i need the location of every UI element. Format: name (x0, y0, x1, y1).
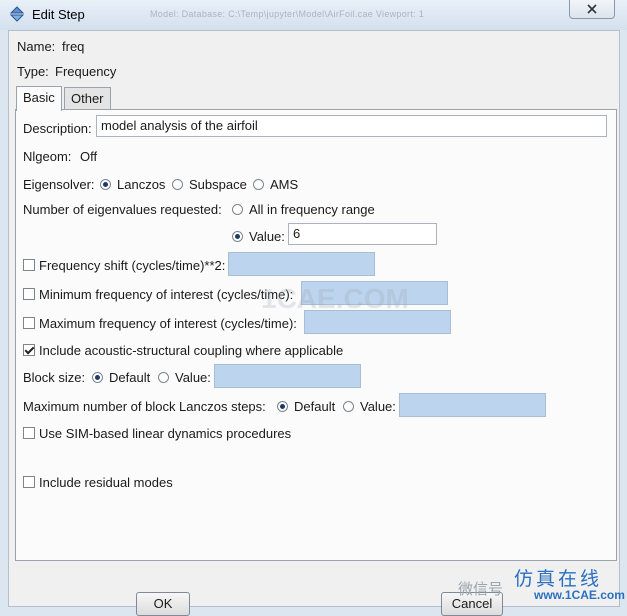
residual-modes-checkbox[interactable] (23, 476, 35, 488)
close-icon (587, 2, 597, 17)
title-bar: Edit Step Model: Database: C:\Temp\jupyt… (0, 0, 627, 30)
num-eigen-value-input[interactable]: 6 (288, 223, 437, 245)
name-label: Name: (17, 39, 56, 54)
max-freq-checkbox[interactable] (23, 317, 35, 329)
freq-shift-input[interactable] (228, 252, 375, 276)
max-freq-label: Maximum frequency of interest (cycles/ti… (39, 316, 297, 331)
block-size-default-label: Default (109, 370, 151, 385)
tab-basic[interactable]: Basic (16, 86, 62, 111)
block-size-value-radio[interactable] (158, 372, 169, 383)
freq-shift-checkbox[interactable] (23, 259, 35, 271)
min-freq-checkbox[interactable] (23, 288, 35, 300)
lanczos-steps-value-label: Value: (360, 399, 396, 414)
freq-shift-label: Frequency shift (cycles/time)**2: (39, 258, 226, 273)
acoustic-coupling-checkbox[interactable] (23, 344, 35, 356)
eigensolver-lanczos-label: Lanczos (117, 177, 166, 192)
min-freq-label: Minimum frequency of interest (cycles/ti… (39, 287, 294, 302)
site-logo: 微信号 仿真在线 www.1CAE.com (458, 566, 625, 602)
lanczos-steps-value-radio[interactable] (343, 401, 354, 412)
num-eigen-value-radio[interactable] (232, 231, 243, 242)
nlgeom-value: Off (80, 149, 98, 164)
lanczos-steps-default-radio[interactable] (277, 401, 288, 412)
block-size-input[interactable] (214, 364, 361, 388)
type-value: Frequency (55, 64, 117, 79)
dialog-body: Name: freq Type: Frequency Basic Other D… (8, 30, 620, 616)
description-label: Description: (23, 121, 92, 136)
eigensolver-subspace-radio[interactable] (172, 179, 183, 190)
window-title: Edit Step (32, 7, 85, 22)
eigensolver-lanczos-radio[interactable] (100, 179, 111, 190)
background-window-title: Model: Database: C:\Temp\jupyter\Model\A… (150, 9, 425, 19)
block-size-value-label: Value: (175, 370, 211, 385)
block-size-default-radio[interactable] (92, 372, 103, 383)
name-value: freq (62, 39, 85, 54)
tab-panel-basic (15, 109, 617, 561)
edit-step-icon (9, 6, 25, 25)
logo-chinese-text: 仿真在线 (514, 568, 603, 590)
nlgeom-label: Nlgeom: (23, 149, 72, 164)
num-eigen-value-label: Value: (249, 229, 285, 244)
num-eigenvalues-label: Number of eigenvalues requested: (23, 202, 222, 217)
wechat-label: 微信号 (458, 581, 504, 598)
residual-modes-label: Include residual modes (39, 475, 173, 490)
lanczos-steps-input[interactable] (399, 393, 546, 417)
close-button[interactable] (569, 0, 615, 19)
ok-button[interactable]: OK (136, 592, 190, 616)
eigensolver-ams-radio[interactable] (253, 179, 264, 190)
type-label: Type: (17, 64, 49, 79)
sim-based-checkbox[interactable] (23, 427, 35, 439)
eigensolver-label: Eigensolver: (23, 177, 95, 192)
sim-based-label: Use SIM-based linear dynamics procedures (39, 426, 292, 441)
logo-url-text: www.1CAE.com (534, 588, 625, 602)
num-eigen-all-radio[interactable] (232, 204, 243, 215)
eigensolver-subspace-label: Subspace (189, 177, 247, 192)
acoustic-coupling-label: Include acoustic-structural coupling whe… (39, 343, 344, 358)
tab-other[interactable]: Other (64, 87, 111, 110)
max-freq-input[interactable] (304, 310, 451, 334)
lanczos-steps-default-label: Default (294, 399, 336, 414)
lanczos-steps-label: Maximum number of block Lanczos steps: (23, 399, 266, 414)
description-input[interactable]: model analysis of the airfoil (96, 115, 607, 137)
num-eigen-all-label: All in frequency range (249, 202, 375, 217)
block-size-label: Block size: (23, 370, 86, 385)
eigensolver-ams-label: AMS (270, 177, 299, 192)
